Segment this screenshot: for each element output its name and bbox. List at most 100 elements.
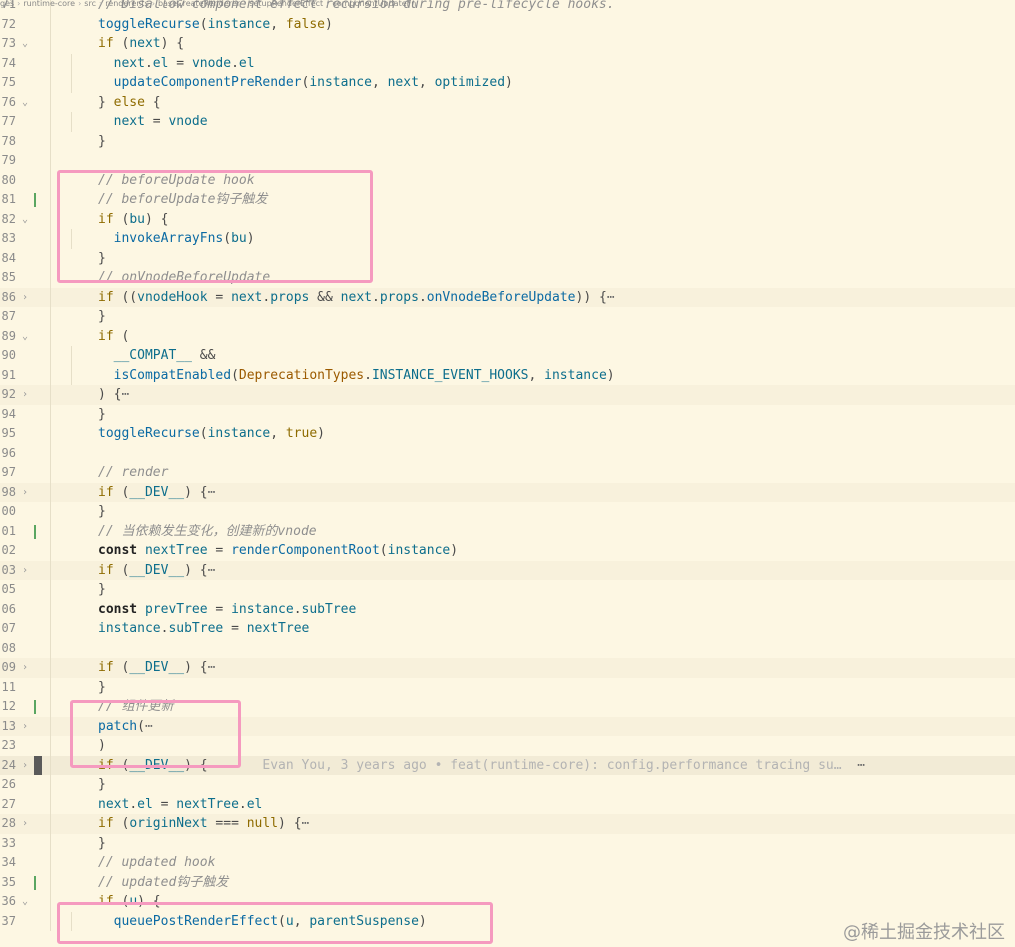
code-line[interactable]: 01 // 当依赖发生变化，创建新的vnode [0,521,1015,541]
breadcrumb-item[interactable]: ges [0,0,14,8]
breadcrumb-item[interactable]: runtime-core [23,0,75,8]
fold-collapsed-icon[interactable]: › [19,814,31,834]
indent-guide [50,892,52,912]
code-text: // render [98,463,168,483]
fold-expanded-icon[interactable]: ⌄ [19,210,31,230]
code-line[interactable]: 34 // updated hook [0,853,1015,873]
code-line[interactable]: 09 › if (__DEV__) {⋯ [0,658,1015,678]
code-token: = [207,289,232,305]
code-line[interactable]: 28 › if (originNext === null) {⋯ [0,814,1015,834]
code-token: nextTree [246,621,310,636]
code-line[interactable]: 33} [0,833,1015,853]
indent-guide [50,112,52,132]
code-line[interactable]: 11} [0,677,1015,697]
line-number: 94 [1,406,16,421]
code-token: el [152,55,169,71]
code-line[interactable]: 35 // updated钩子触发 [0,872,1015,892]
code-line[interactable]: 96 [0,443,1015,463]
code-line[interactable]: 79 [0,151,1015,171]
code-line[interactable]: 90 __COMPAT__ && [0,346,1015,366]
line-number: 81 [1,192,16,206]
breadcrumb-item[interactable]: src [84,0,96,8]
indent-guide [50,794,52,814]
code-token: . [144,55,153,71]
code-line[interactable]: 89 ⌄ if ( [0,326,1015,347]
fold-collapsed-icon[interactable]: › [19,658,31,678]
folded-ellipsis-icon[interactable]: ⋯ [208,660,216,675]
code-token: , [418,75,435,90]
code-token: vnodeHook [137,289,208,305]
code-line[interactable]: 94} [0,404,1015,424]
fold-expanded-icon[interactable]: ⌄ [19,892,31,912]
code-line[interactable]: 73 ⌄ if (next) { [0,34,1015,54]
fold-expanded-icon[interactable]: ⌄ [19,34,31,54]
code-token: ( [113,328,130,344]
line-number: 87 [1,309,16,323]
highlight-box-patch [70,700,241,768]
code-line[interactable]: 76 ⌄} else { [0,92,1015,113]
indent-guide [50,736,52,756]
code-editor[interactable]: 71// Disallow component effect recursion… [0,0,1015,947]
code-line[interactable]: 07 instance.subTree = nextTree [0,619,1015,639]
indent-guide [50,404,52,424]
line-number: 96 [1,445,16,460]
code-line[interactable]: 05} [0,580,1015,600]
code-line[interactable]: 06 const prevTree = instance.subTree [0,599,1015,620]
code-token: = [207,601,232,617]
fold-expanded-icon[interactable]: ⌄ [19,93,31,113]
code-text: const prevTree = instance.subTree [98,600,356,620]
code-token: isCompatEnabled [113,367,232,383]
code-line[interactable]: 26} [0,775,1015,795]
code-line[interactable]: 75 updateComponentPreRender(instance, ne… [0,73,1015,93]
code-line[interactable]: 78} [0,131,1015,151]
code-line[interactable]: 87} [0,307,1015,327]
code-line[interactable]: 08 [0,638,1015,658]
code-line[interactable]: 95 toggleRecurse(instance, true) [0,424,1015,444]
code-token: instance [207,426,271,441]
code-line[interactable]: 98 › if (__DEV__) {⋯ [0,482,1015,503]
line-number: 35 [1,874,16,889]
line-number: 91 [1,367,16,382]
breadcrumb-item[interactable]: setupRenderEffect [249,0,323,8]
code-token: ( [199,16,208,32]
breadcrumb-item[interactable]: renderer.ts [105,0,149,8]
code-text: next.el = vnode.el [98,54,255,74]
code-line[interactable]: 92 ›) {⋯ [0,385,1015,405]
code-line[interactable]: 86 › if ((vnodeHook = next.props && next.p… [0,287,1015,308]
breadcrumb-item[interactable]: componentUpdateFn [332,0,416,8]
line-number: 86 [1,289,16,304]
code-token: } [98,582,106,597]
fold-collapsed-icon[interactable]: › [19,561,31,581]
code-text: } [98,775,106,795]
fold-collapsed-icon[interactable]: › [19,385,31,405]
code-line[interactable]: 72 toggleRecurse(instance, false) [0,14,1015,34]
indent-guide [50,34,52,54]
line-number: 26 [1,777,16,791]
folded-ellipsis-icon[interactable]: ⋯ [208,485,216,500]
code-line[interactable]: 02 const nextTree = renderComponentRoot(i… [0,541,1015,561]
folded-ellipsis-icon[interactable]: ⋯ [208,563,216,578]
code-line[interactable]: 91 isCompatEnabled(DeprecationTypes.INST… [0,365,1015,385]
code-token: props [270,289,310,305]
folded-ellipsis-icon[interactable]: ⋯ [302,816,310,831]
code-line[interactable]: 74 next.el = vnode.el [0,53,1015,74]
fold-collapsed-icon[interactable]: › [19,288,31,308]
code-line[interactable]: 00} [0,502,1015,522]
code-line[interactable]: 97 // render [0,463,1015,483]
code-line[interactable]: 77 next = vnode [0,112,1015,132]
folded-ellipsis-icon[interactable]: ⋯ [842,758,865,773]
breadcrumb-item[interactable]: baseCreateRenderer [158,0,240,8]
code-line[interactable]: 03 › if (__DEV__) {⋯ [0,560,1015,581]
fold-expanded-icon[interactable]: ⌄ [19,327,31,347]
code-token: if [98,660,114,675]
fold-collapsed-icon[interactable]: › [19,756,31,776]
line-number: 89 [1,328,16,343]
code-line[interactable]: 27 next.el = nextTree.el [0,794,1015,814]
code-token: ( [231,367,239,383]
code-token: if [98,816,114,831]
folded-ellipsis-icon[interactable]: ⋯ [121,387,129,402]
fold-collapsed-icon[interactable]: › [19,483,31,503]
fold-collapsed-icon[interactable]: › [19,717,31,737]
folded-ellipsis-icon[interactable]: ⋯ [607,290,615,305]
